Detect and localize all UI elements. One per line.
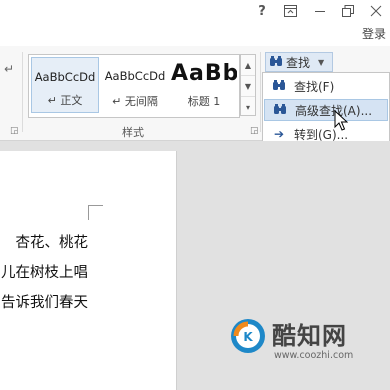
mouse-pointer-icon [334, 110, 348, 131]
site-watermark: K 酷知网 www.coozhi.com [228, 316, 388, 376]
minimize-button[interactable] [306, 0, 334, 22]
help-button[interactable]: ? [248, 0, 276, 22]
svg-text:K: K [243, 330, 253, 344]
login-link[interactable]: 登录 [362, 25, 386, 42]
menu-item-advanced-find[interactable]: 高级查找(A)... [264, 99, 388, 121]
chevron-down-icon: ▼ [318, 57, 325, 67]
group-separator [260, 52, 261, 132]
group-separator [22, 52, 23, 132]
style-normal[interactable]: AaBbCcDd ↵ 正文 [31, 57, 99, 113]
watermark-url: www.coozhi.com [274, 350, 354, 361]
styles-dialog-launcher-icon[interactable]: ◲ [250, 126, 259, 136]
document-page[interactable]: 杏花、桃花 儿在树枝上唱 告诉我们春天 [0, 151, 177, 390]
styles-gallery: AaBbCcDd ↵ 正文 AaBbCcDd ↵ 无间隔 AaBb 标题 1 [28, 54, 240, 118]
document-line: 杏花、桃花 [15, 235, 89, 251]
find-dropdown-menu: 查找(F) 高级查找(A)... ➔ 转到(G)... [262, 72, 390, 148]
paragraph-dialog-launcher-icon[interactable]: ◲ [10, 126, 19, 136]
ribbon-display-options-button[interactable] [276, 0, 304, 22]
binoculars-icon [266, 55, 286, 70]
document-line: 告诉我们春天 [1, 295, 88, 311]
style-no-spacing[interactable]: AaBbCcDd ↵ 无间隔 [101, 57, 169, 113]
gallery-more-icon[interactable]: ▾ [241, 97, 255, 117]
minimize-icon [315, 11, 325, 12]
styles-group-label: 样式 [122, 126, 144, 139]
ribbon-display-icon [283, 5, 297, 17]
restore-button[interactable] [334, 0, 362, 22]
document-line: 儿在树枝上唱 [1, 265, 88, 281]
margin-crop-mark [88, 205, 103, 220]
title-bar: ? 登录 [0, 0, 390, 46]
paragraph-mark-icon[interactable]: ↵ [4, 62, 14, 76]
close-icon [370, 5, 382, 17]
styles-gallery-scroll: ▲ ▼ ▾ [240, 54, 256, 116]
close-button[interactable] [362, 0, 390, 22]
menu-item-find[interactable]: 查找(F) [264, 75, 388, 97]
restore-icon [342, 5, 354, 17]
gallery-scroll-up-icon[interactable]: ▲ [241, 55, 255, 76]
find-button[interactable]: 查找 ▼ [265, 52, 333, 72]
coozhi-logo-icon: K [231, 319, 265, 353]
gallery-scroll-down-icon[interactable]: ▼ [241, 76, 255, 97]
watermark-site-name: 酷知网 [272, 322, 347, 350]
binoculars-icon [264, 79, 294, 94]
arrow-right-icon: ➔ [273, 127, 285, 141]
binoculars-icon [265, 103, 295, 118]
style-heading-1[interactable]: AaBb 标题 1 [171, 57, 237, 113]
